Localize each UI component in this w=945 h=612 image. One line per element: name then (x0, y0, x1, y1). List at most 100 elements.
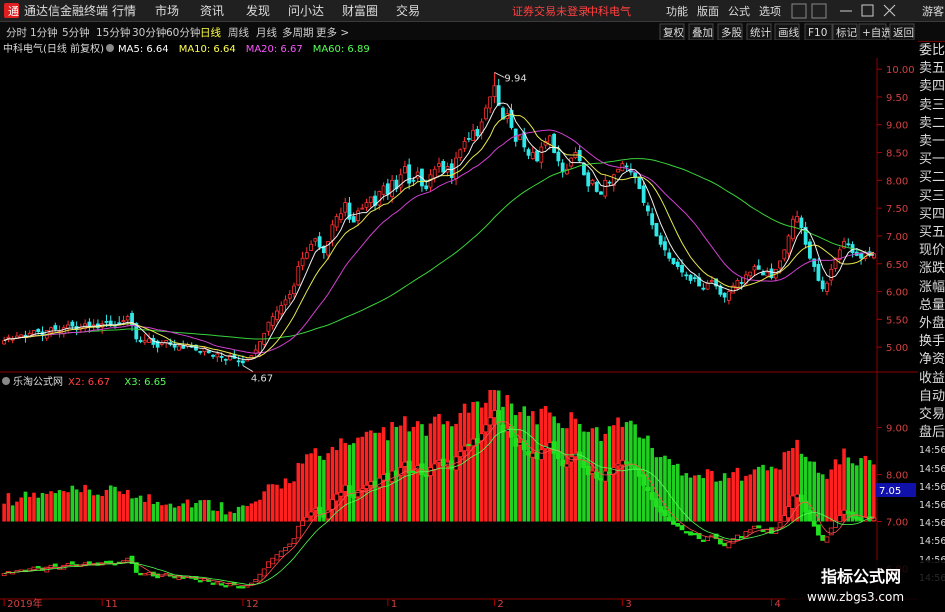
sub-bar (548, 412, 552, 522)
sub-candle (197, 580, 203, 583)
period-tab-1[interactable]: 1分钟 (30, 26, 58, 39)
menu-item-3[interactable]: 发现 (246, 3, 270, 18)
sub-bar (424, 435, 429, 522)
login-notice[interactable]: 证券交易未登录 (512, 4, 589, 18)
candle-body (121, 320, 126, 322)
candle-body (270, 316, 275, 326)
tool-button-4[interactable]: 画线 (778, 26, 799, 39)
sub-legend-toggle-icon[interactable] (2, 377, 10, 385)
candle-body (49, 327, 53, 334)
menu-item-2[interactable]: 资讯 (200, 4, 224, 18)
sub-bar (160, 505, 164, 522)
candle-body (727, 291, 731, 301)
sub-bar (582, 431, 586, 522)
main-ytick-6: 8.00 (886, 176, 908, 187)
sub-bar (833, 459, 838, 522)
sub-bar (782, 452, 787, 522)
candle-body (790, 218, 795, 240)
sub-bar (2, 503, 6, 522)
right-menu-item-3[interactable]: 选项 (759, 5, 781, 18)
main-ytick-4: 7.00 (886, 232, 908, 243)
sub-bar (799, 453, 804, 522)
right-menu-item-0[interactable]: 功能 (666, 4, 688, 18)
sub-candle (283, 547, 288, 552)
close-icon[interactable] (883, 4, 896, 17)
period-tab-2[interactable]: 5分钟 (62, 26, 90, 39)
menu-item-4[interactable]: 问小达 (288, 4, 324, 18)
sub-bar (867, 460, 872, 522)
sub-candle (709, 534, 715, 538)
sub-candle (649, 492, 655, 500)
sub-bar (155, 501, 160, 522)
sub-candle (35, 565, 41, 569)
candle-body (104, 321, 109, 323)
period-tab-10[interactable]: 更多 > (316, 26, 349, 39)
candle-body (360, 207, 365, 210)
sub-legend-1: X3: 6.65 (124, 377, 166, 388)
sub-candle (436, 460, 442, 463)
sub-candle (172, 576, 178, 579)
period-tab-5[interactable]: 60分钟 (166, 26, 200, 39)
sub-bar (458, 412, 463, 522)
sub-bar (705, 469, 710, 522)
candle-body (432, 168, 437, 179)
tool-button-7[interactable]: +自选 (862, 26, 892, 39)
sub-bar (488, 390, 492, 522)
period-tab-6[interactable]: 日线 (200, 26, 221, 39)
maximize-icon[interactable] (861, 4, 874, 17)
candle-body (279, 305, 284, 315)
sub-bar (66, 492, 70, 522)
side-label-24: 14:56 (919, 481, 945, 493)
legend-toggle-icon[interactable] (106, 44, 114, 52)
sub-bar (305, 454, 309, 522)
period-tab-8[interactable]: 月线 (256, 26, 277, 39)
menu-item-5[interactable]: 财富圈 (342, 3, 378, 18)
tool-button-2[interactable]: 多股 (721, 26, 742, 39)
tool-icon[interactable] (791, 3, 807, 19)
sub-candle (138, 572, 143, 576)
candle-body (385, 183, 390, 195)
sub-candle (513, 437, 519, 447)
menu-item-1[interactable]: 市场 (155, 3, 179, 18)
xtick-label-0: 2019年 (7, 597, 42, 609)
candle-body (680, 265, 684, 273)
sub-bar (6, 493, 11, 522)
current-value: 7.05 (879, 486, 901, 497)
sub-bar (825, 478, 829, 522)
sub-bar (270, 484, 275, 522)
skin-icon[interactable] (811, 3, 827, 19)
menu-item-6[interactable]: 交易 (396, 3, 420, 18)
sub-bar (560, 428, 565, 522)
sub-bar (415, 421, 420, 522)
period-tab-7[interactable]: 周线 (228, 26, 249, 39)
sub-candle (602, 470, 608, 482)
tool-button-8[interactable]: 返回 (893, 27, 914, 39)
tool-button-6[interactable]: 标记 (836, 27, 857, 39)
sub-bar (518, 412, 522, 522)
period-tab-4[interactable]: 30分钟 (132, 26, 166, 39)
candle-body (177, 345, 181, 351)
kline-chart[interactable]: 5.00 5.50 6.00 6.50 7.00 7.50 8.00 8.50 9.00 9.50… (0, 40, 918, 609)
sub-bar (253, 501, 258, 522)
tool-button-0[interactable]: 复权 (663, 26, 684, 39)
candle-body (560, 162, 565, 173)
period-tab-3[interactable]: 15分钟 (96, 26, 130, 39)
sub-bar (731, 472, 735, 522)
menu-item-0[interactable]: 行情 (112, 4, 136, 18)
right-menu-item-1[interactable]: 版面 (697, 4, 719, 18)
candle-body (688, 274, 693, 281)
tool-button-3[interactable]: 统计 (750, 26, 771, 39)
right-menu-item-2[interactable]: 公式 (728, 5, 750, 18)
period-tab-9[interactable]: 多周期 (282, 26, 314, 39)
period-tab-0[interactable]: 分时 (6, 27, 27, 39)
sub-bar (104, 489, 109, 522)
tool-button-1[interactable]: 叠加 (692, 27, 713, 39)
sub-bar (624, 422, 629, 522)
candle-body (650, 213, 655, 226)
tool-button-5[interactable]: F10 (808, 27, 827, 39)
sub-bar (505, 395, 510, 522)
sub-candle (278, 550, 284, 557)
candle-body (313, 238, 318, 242)
user-label[interactable]: 游客 (922, 4, 944, 18)
sub-bar (629, 420, 633, 522)
